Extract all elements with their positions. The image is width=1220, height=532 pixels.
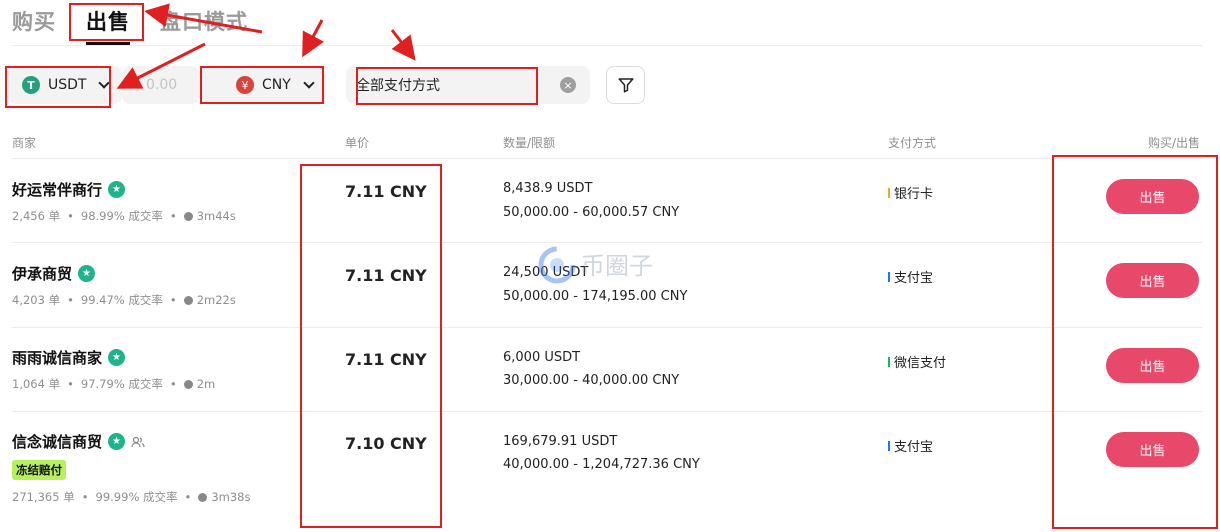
verified-icon: ★ [108, 349, 126, 366]
sell-button[interactable]: 出售 [1106, 348, 1199, 383]
tether-icon: T [22, 76, 40, 94]
merchant-name[interactable]: 信念诚信商贸 ★ [12, 431, 145, 452]
unit-price: 7.11 CNY [345, 266, 427, 285]
payment-indicator [888, 187, 890, 198]
verified-icon: ★ [78, 265, 96, 282]
avg-time: 2m22s [196, 293, 236, 307]
merchant-name[interactable]: 伊承商贸 ★ [12, 263, 96, 284]
completion-rate: 99.47% 成交率 [80, 293, 163, 307]
watermark-text: 币圈子 [581, 252, 653, 280]
header-merchant: 商家 [12, 136, 37, 150]
row-divider [12, 327, 1202, 328]
coin-select[interactable]: T USDT [8, 66, 122, 104]
quantity: 24,500 USDT [503, 265, 589, 280]
fiat-select-label: CNY [262, 77, 291, 93]
merchant-name-text: 信念诚信商贸 [12, 433, 103, 451]
sell-button[interactable]: 出售 [1106, 179, 1199, 214]
header-price: 单价 [345, 136, 370, 150]
avg-time: 3m38s [211, 490, 251, 504]
row-divider [12, 411, 1202, 412]
merchant-stats: 271,365 单 • 99.99% 成交率 • 3m38s [12, 490, 251, 504]
verified-icon: ★ [108, 181, 126, 198]
avg-time: 2m [196, 377, 216, 391]
amount-input[interactable]: 0.00 [122, 66, 200, 104]
merchant-name[interactable]: 好运常伴商行 ★ [12, 179, 126, 200]
tab-buy[interactable]: 购买 [12, 6, 56, 36]
completion-rate: 97.79% 成交率 [80, 377, 163, 391]
clock-icon [198, 492, 208, 502]
payment-method-text: 微信支付 [894, 356, 947, 371]
merchant-name-text: 伊承商贸 [12, 265, 73, 283]
limit-range: 50,000.00 - 60,000.57 CNY [503, 205, 680, 220]
chevron-down-icon [98, 77, 111, 89]
unit-price: 7.11 CNY [345, 350, 427, 369]
merchant-name-text: 雨雨诚信商家 [12, 349, 103, 367]
unit-price: 7.11 CNY [345, 182, 427, 201]
sell-button[interactable]: 出售 [1106, 432, 1199, 467]
filter-button[interactable] [606, 66, 645, 104]
row-divider [12, 242, 1202, 243]
payment-method: 银行卡 [888, 183, 933, 202]
avg-time: 3m44s [196, 209, 236, 223]
tabs-divider [12, 45, 1202, 46]
sell-button[interactable]: 出售 [1106, 263, 1199, 298]
completion-rate: 98.99% 成交率 [80, 209, 163, 223]
payment-method-label: 全部支付方式 [356, 78, 440, 94]
payment-method-text: 支付宝 [894, 271, 934, 286]
header-payment: 支付方式 [888, 136, 937, 150]
verified-icon: ★ [108, 433, 126, 450]
payment-method: 支付宝 [888, 267, 933, 286]
payment-method-text: 支付宝 [894, 440, 934, 455]
payment-method-select[interactable]: 全部支付方式 × [346, 66, 590, 104]
cny-icon: ¥ [236, 76, 254, 94]
payment-indicator [888, 440, 890, 451]
merchant-stats: 4,203 单 • 99.47% 成交率 • 2m22s [12, 293, 236, 307]
payment-method: 微信支付 [888, 352, 946, 371]
merchant-stats: 2,456 单 • 98.99% 成交率 • 3m44s [12, 209, 236, 223]
guarantee-badge: 冻结赔付 [12, 460, 66, 480]
completion-rate: 99.99% 成交率 [95, 490, 178, 504]
order-count: 4,203 单 [12, 293, 61, 307]
clock-icon [183, 211, 193, 221]
tab-sell[interactable]: 出售 [86, 6, 130, 36]
annotation-box-price-column [300, 164, 442, 528]
payment-indicator [888, 356, 890, 367]
limit-range: 30,000.00 - 40,000.00 CNY [503, 373, 680, 388]
clock-icon [183, 295, 193, 305]
order-count: 2,456 单 [12, 209, 61, 223]
quantity: 6,000 USDT [503, 350, 581, 365]
limit-range: 40,000.00 - 1,204,727.36 CNY [503, 457, 700, 472]
unit-price: 7.10 CNY [345, 434, 427, 453]
merchant-stats: 1,064 单 • 97.79% 成交率 • 2m [12, 377, 216, 391]
row-divider [12, 158, 1202, 159]
quantity: 8,438.9 USDT [503, 181, 593, 196]
tab-depth-mode[interactable]: 盘口模式 [160, 6, 248, 36]
payment-indicator [888, 271, 890, 282]
order-count: 271,365 单 [12, 490, 75, 504]
quantity: 169,679.91 USDT [503, 434, 618, 449]
clear-icon[interactable]: × [560, 77, 576, 93]
clock-icon [183, 379, 193, 389]
group-icon [131, 436, 145, 448]
merchant-name[interactable]: 雨雨诚信商家 ★ [12, 347, 126, 368]
order-count: 1,064 单 [12, 377, 61, 391]
header-action: 购买/出售 [1148, 136, 1201, 150]
coin-select-label: USDT [48, 77, 87, 93]
payment-method: 支付宝 [888, 436, 933, 455]
payment-method-text: 银行卡 [894, 187, 934, 202]
fiat-select[interactable]: ¥ CNY [200, 66, 326, 104]
filter-icon [618, 78, 633, 93]
limit-range: 50,000.00 - 174,195.00 CNY [503, 289, 688, 304]
header-quantity: 数量/限额 [503, 136, 556, 150]
chevron-down-icon [303, 77, 315, 89]
merchant-name-text: 好运常伴商行 [12, 181, 103, 199]
